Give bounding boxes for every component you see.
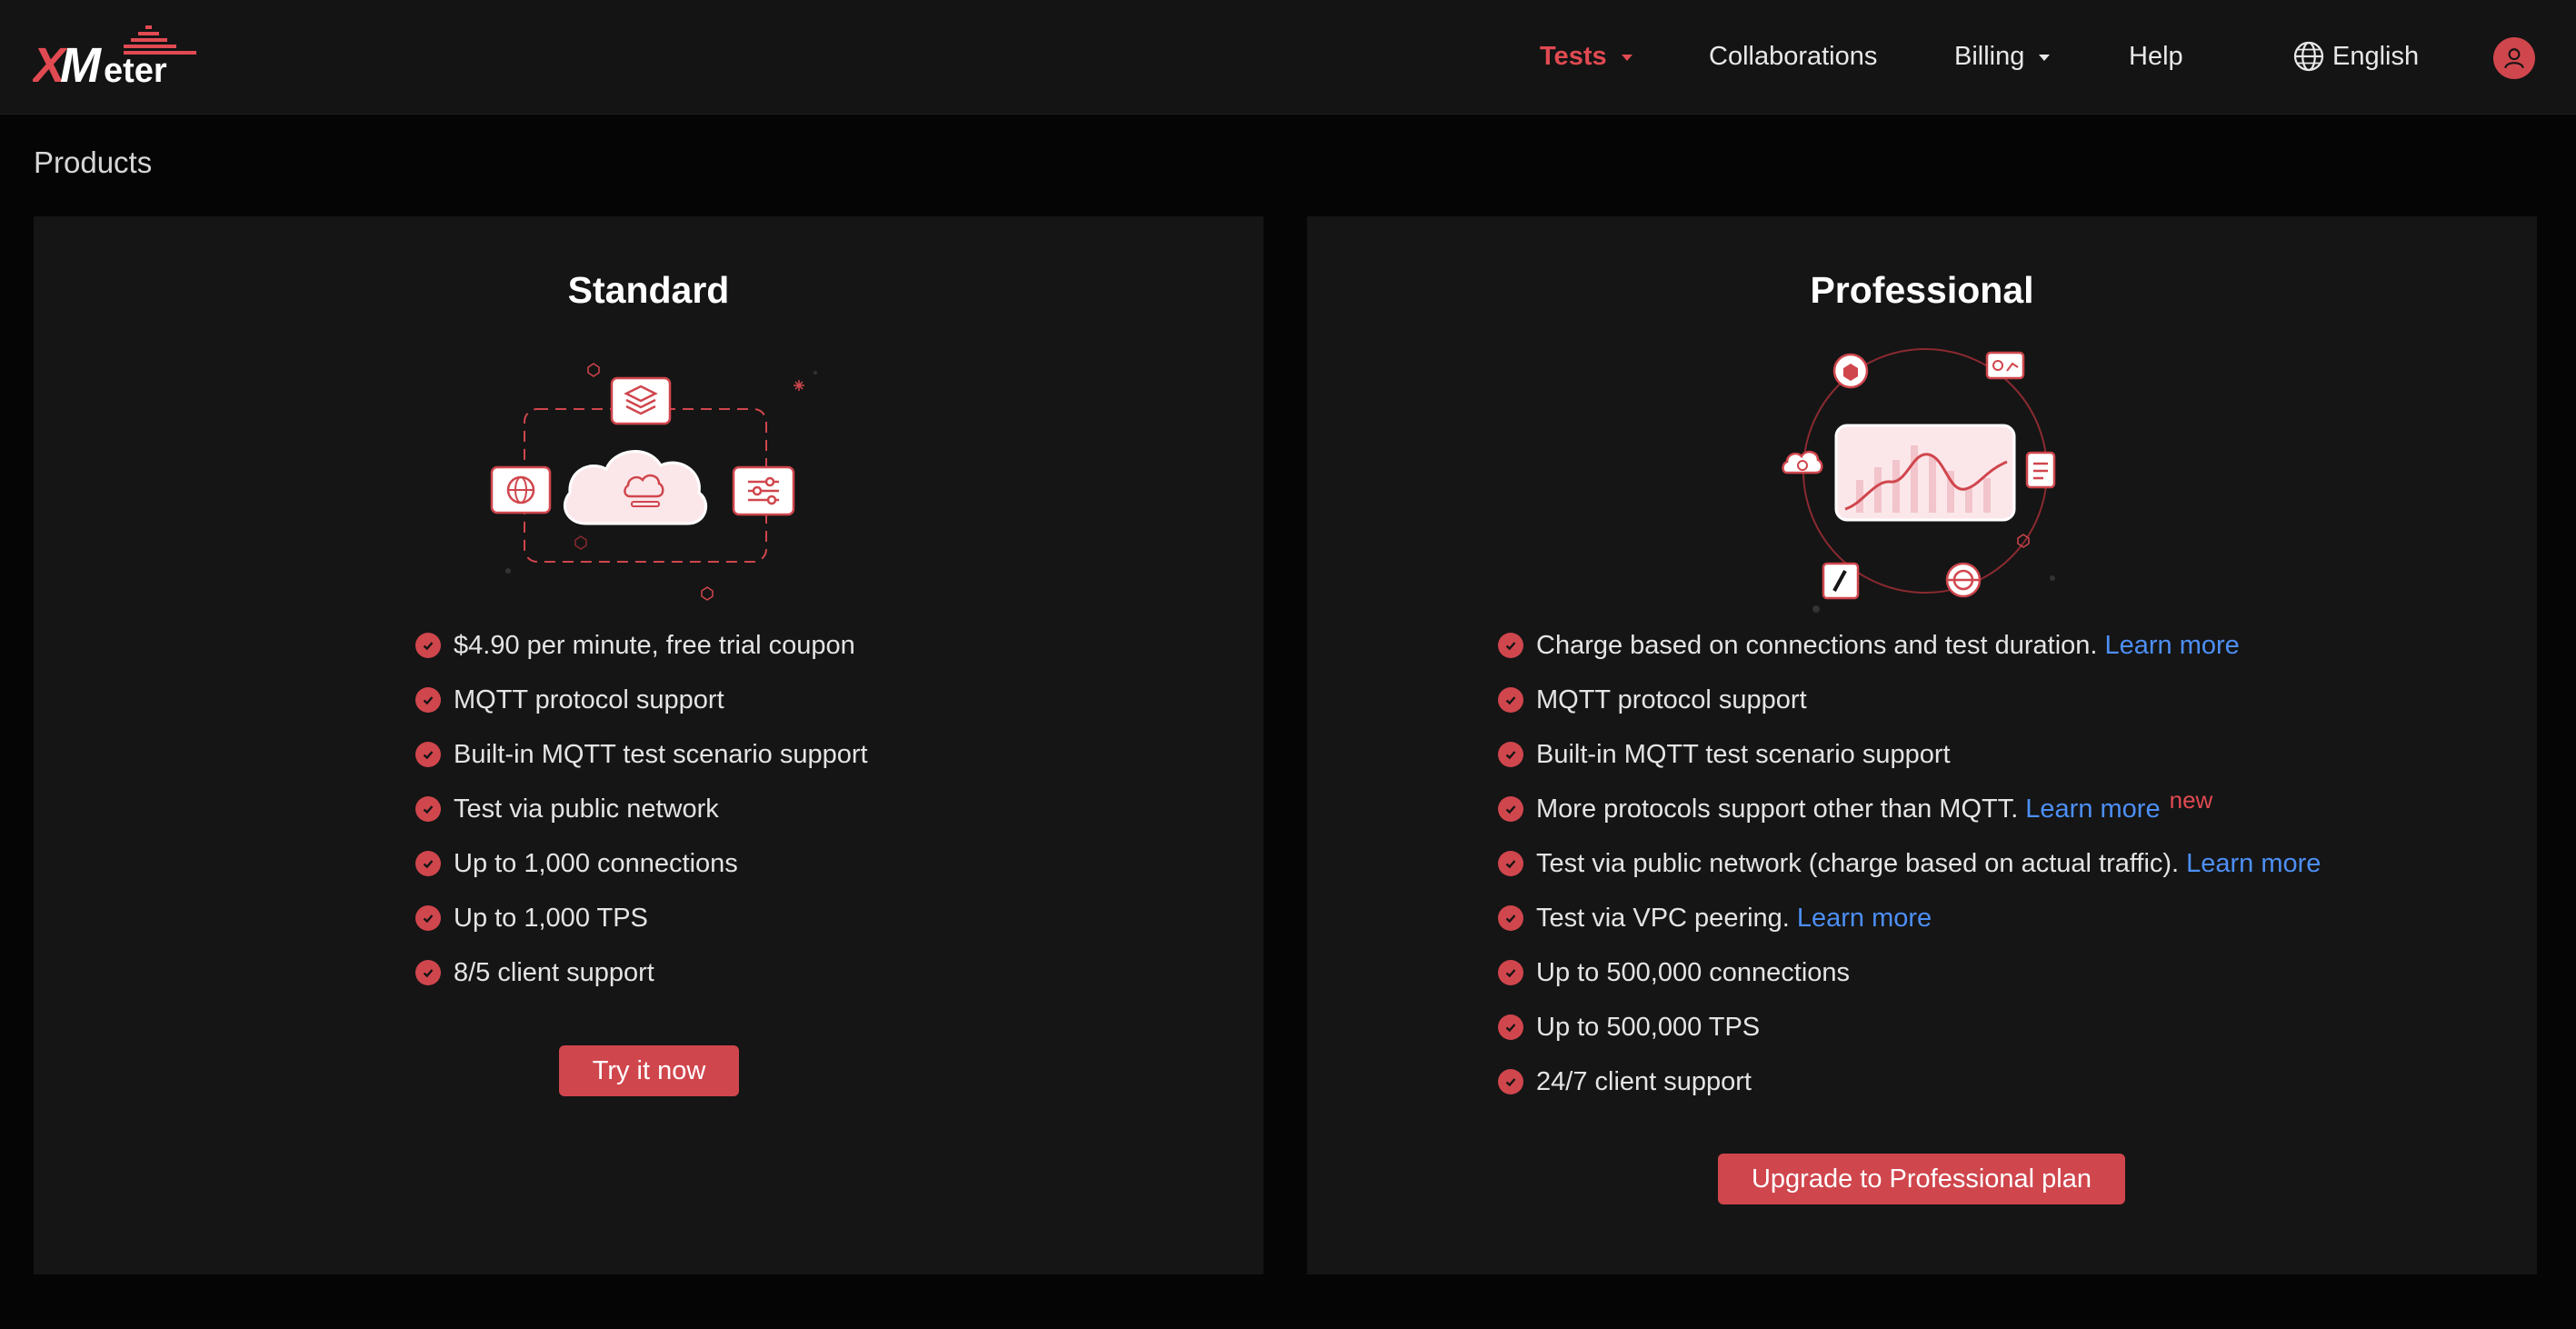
analytics-illustration: [1782, 348, 2056, 613]
check-circle-icon: [1498, 960, 1523, 985]
nav-tests-label: Tests: [1540, 42, 1607, 71]
learn-more-link[interactable]: Learn more: [2186, 849, 2321, 879]
cloud-illustration: [490, 363, 817, 601]
check-circle-icon: [415, 796, 441, 822]
page-title: Products: [34, 145, 153, 179]
chevron-down-icon: [2039, 55, 2051, 61]
feature-item: Up to 500,000 connections: [1498, 945, 2321, 1000]
nav-collaborations-label: Collaborations: [1709, 42, 1878, 71]
feature-item: Up to 1,000 TPS: [415, 891, 868, 945]
feature-text: MQTT protocol support: [454, 684, 724, 714]
feature-text: Up to 500,000 connections: [1536, 957, 1851, 987]
feature-item: 8/5 client support: [415, 945, 868, 1000]
check-circle-icon: [1498, 1014, 1523, 1040]
plan-card-standard: Standard $4.90 per minute, free trial co…: [34, 216, 1263, 1274]
nav-billing[interactable]: Billing: [1954, 42, 2051, 72]
language-selector[interactable]: English: [2292, 40, 2419, 73]
check-circle-icon: [415, 742, 441, 767]
plan-title: Professional: [1810, 269, 2034, 311]
feature-item: $4.90 per minute, free trial coupon: [415, 618, 868, 673]
feature-text: Up to 500,000 TPS: [1536, 1012, 1761, 1042]
learn-more-link[interactable]: Learn more: [1797, 904, 1932, 934]
upgrade-professional-button[interactable]: Upgrade to Professional plan: [1718, 1154, 2125, 1204]
check-circle-icon: [1498, 851, 1523, 876]
feature-item: Built-in MQTT test scenario support: [415, 727, 868, 782]
nav-tests[interactable]: Tests: [1540, 42, 1632, 72]
new-badge: new: [2169, 785, 2213, 814]
learn-more-link[interactable]: Learn more: [2025, 794, 2160, 824]
user-icon: [2504, 48, 2524, 69]
feature-text: 8/5 client support: [454, 957, 654, 987]
check-circle-icon: [1498, 742, 1523, 767]
feature-text: Test via VPC peering.: [1536, 903, 1790, 933]
feature-text: Test via public network: [454, 794, 719, 824]
nav-help-label: Help: [2129, 42, 2183, 71]
check-circle-icon: [1498, 905, 1523, 931]
feature-item: MQTT protocol support: [1498, 673, 2321, 727]
feature-text: $4.90 per minute, free trial coupon: [454, 630, 855, 660]
svg-text:M: M: [60, 38, 102, 84]
feature-text: Up to 1,000 connections: [454, 848, 738, 878]
feature-text: More protocols support other than MQTT.: [1536, 794, 2019, 824]
feature-text: Up to 1,000 TPS: [454, 903, 648, 933]
globe-icon: [2293, 41, 2324, 72]
check-circle-icon: [415, 905, 441, 931]
feature-list: Charge based on connections and test dur…: [1498, 618, 2321, 1109]
plan-title: Standard: [567, 269, 730, 311]
check-circle-icon: [415, 633, 441, 658]
svg-text:eter: eter: [104, 52, 167, 84]
nav-help[interactable]: Help: [2129, 42, 2183, 72]
check-circle-icon: [1498, 1069, 1523, 1094]
try-it-now-button[interactable]: Try it now: [559, 1045, 739, 1096]
feature-item: More protocols support other than MQTT. …: [1498, 782, 2321, 836]
feature-text: Built-in MQTT test scenario support: [1536, 739, 1951, 769]
nav-billing-label: Billing: [1954, 42, 2025, 71]
learn-more-link[interactable]: Learn more: [2104, 631, 2239, 661]
feature-item: Charge based on connections and test dur…: [1498, 618, 2321, 673]
plan-card-professional: Professional Charge based on connections…: [1307, 216, 2537, 1274]
check-circle-icon: [415, 687, 441, 713]
feature-text: MQTT protocol support: [1536, 684, 1807, 714]
feature-item: 24/7 client support: [1498, 1054, 2321, 1109]
user-avatar-button[interactable]: [2493, 37, 2535, 79]
feature-item: Up to 500,000 TPS: [1498, 1000, 2321, 1054]
feature-text: Charge based on connections and test dur…: [1536, 630, 2098, 660]
xmeter-logo[interactable]: X M eter: [33, 25, 200, 84]
feature-item: MQTT protocol support: [415, 673, 868, 727]
chevron-down-icon: [1621, 55, 1632, 61]
feature-item: Test via public network: [415, 782, 868, 836]
check-circle-icon: [1498, 687, 1523, 713]
check-circle-icon: [415, 851, 441, 876]
top-navigation-bar: X M eter Tests Collaborations Billing He…: [0, 0, 2576, 115]
feature-text: Built-in MQTT test scenario support: [454, 739, 868, 769]
feature-item: Test via public network (charge based on…: [1498, 836, 2321, 891]
feature-text: 24/7 client support: [1536, 1066, 1752, 1096]
check-circle-icon: [1498, 796, 1523, 822]
language-label: English: [2332, 41, 2420, 71]
feature-text: Test via public network (charge based on…: [1536, 848, 2180, 878]
feature-list: $4.90 per minute, free trial coupon MQTT…: [415, 618, 868, 1000]
feature-item: Up to 1,000 connections: [415, 836, 868, 891]
nav-collaborations[interactable]: Collaborations: [1709, 42, 1877, 72]
feature-item: Built-in MQTT test scenario support: [1498, 727, 2321, 782]
feature-item: Test via VPC peering. Learn more: [1498, 891, 2321, 945]
check-circle-icon: [415, 960, 441, 985]
check-circle-icon: [1498, 633, 1523, 658]
